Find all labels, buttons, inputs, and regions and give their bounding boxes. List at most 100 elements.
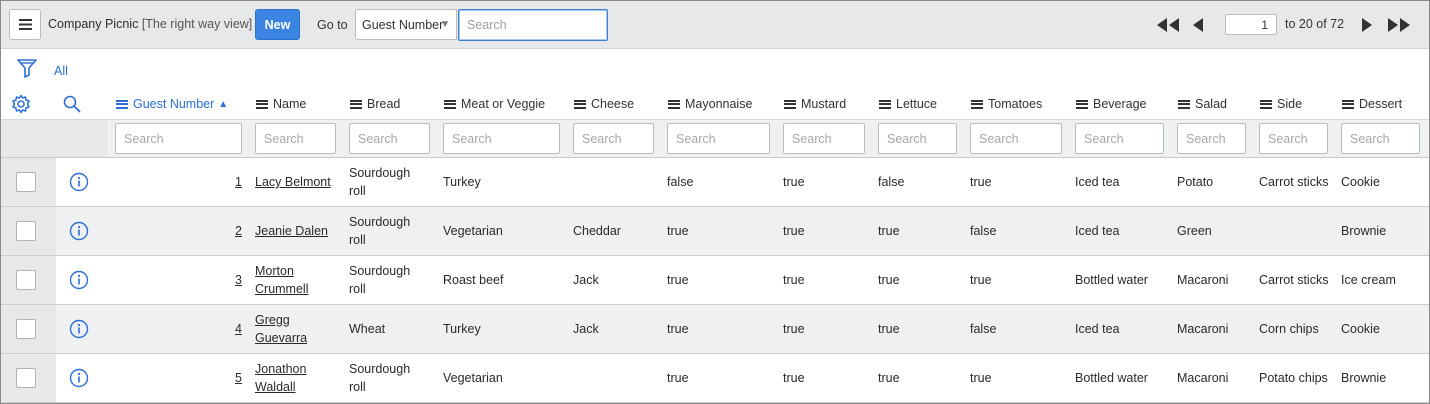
cell-mayonnaise: true — [667, 322, 689, 336]
guest-name-link[interactable]: Jeanie Dalen — [255, 222, 328, 240]
search-salad-input[interactable] — [1177, 123, 1246, 154]
row-preview-button[interactable] — [69, 368, 89, 391]
breadcrumb-all-link[interactable]: All — [54, 64, 68, 78]
row-preview-button[interactable] — [69, 172, 89, 195]
search-side-input[interactable] — [1259, 123, 1328, 154]
cell-dessert: Cookie — [1341, 322, 1380, 336]
column-menu-icon[interactable] — [444, 99, 456, 109]
column-header-salad[interactable]: Salad — [1178, 96, 1227, 112]
column-menu-icon[interactable] — [971, 99, 983, 109]
table-row[interactable]: 4 Gregg Guevarra Wheat Turkey Jack true … — [1, 305, 1429, 354]
column-header-name[interactable]: Name — [256, 96, 306, 112]
column-menu-icon[interactable] — [350, 99, 362, 109]
column-menu-icon[interactable] — [116, 99, 128, 109]
column-header-beverage[interactable]: Beverage — [1076, 96, 1147, 112]
new-button[interactable]: New — [255, 9, 300, 40]
column-header-meat-or-veggie[interactable]: Meat or Veggie — [444, 96, 545, 112]
column-header-tomatoes[interactable]: Tomatoes — [971, 96, 1042, 112]
cell-beverage: Iced tea — [1075, 322, 1120, 336]
column-header-side[interactable]: Side — [1260, 96, 1302, 112]
column-search-toggle-button[interactable] — [63, 95, 81, 116]
column-header-cheese[interactable]: Cheese — [574, 96, 634, 112]
column-header-dessert[interactable]: Dessert — [1342, 96, 1402, 112]
column-menu-icon[interactable] — [1076, 99, 1088, 109]
next-page-button[interactable] — [1361, 15, 1373, 35]
cell-mustard: true — [783, 322, 805, 336]
search-guest-number-input[interactable] — [115, 123, 242, 154]
column-menu-icon[interactable] — [668, 99, 680, 109]
cell-bread: Sourdough roll — [349, 264, 411, 296]
row-checkbox[interactable] — [16, 319, 36, 339]
search-bread-input[interactable] — [349, 123, 430, 154]
cell-mustard: true — [783, 273, 805, 287]
guest-number-link[interactable]: 4 — [235, 320, 242, 338]
guest-number-link[interactable]: 5 — [235, 369, 242, 387]
cell-lettuce: true — [878, 273, 900, 287]
guest-name-link[interactable]: Gregg Guevarra — [255, 311, 337, 347]
page-range-text: to 20 of 72 — [1285, 17, 1345, 31]
row-preview-button[interactable] — [69, 221, 89, 244]
column-header-guest-number[interactable]: Guest Number ▲ — [116, 96, 228, 112]
table-row[interactable]: 2 Jeanie Dalen Sourdough roll Vegetarian… — [1, 207, 1429, 256]
cell-mayonnaise: true — [667, 224, 689, 238]
cell-bread: Wheat — [349, 322, 386, 336]
column-menu-icon[interactable] — [1260, 99, 1272, 109]
column-header-mustard[interactable]: Mustard — [784, 96, 846, 112]
goto-field-select[interactable]: Guest Number ▼ — [355, 9, 457, 40]
guest-name-link[interactable]: Lacy Belmont — [255, 173, 331, 191]
last-page-button[interactable] — [1386, 15, 1412, 35]
search-dessert-input[interactable] — [1341, 123, 1420, 154]
column-menu-icon[interactable] — [574, 99, 586, 109]
search-beverage-input[interactable] — [1075, 123, 1164, 154]
search-meat-or-veggie-input[interactable] — [443, 123, 560, 154]
list-context-menu-button[interactable] — [9, 9, 41, 40]
column-header-label: Lettuce — [896, 97, 938, 111]
search-tomatoes-input[interactable] — [970, 123, 1062, 154]
search-cheese-input[interactable] — [573, 123, 654, 154]
column-menu-icon[interactable] — [256, 99, 268, 109]
cell-bread: Sourdough roll — [349, 166, 411, 198]
guest-name-link[interactable]: Morton Crummell — [255, 262, 337, 298]
table-row[interactable]: 1 Lacy Belmont Sourdough roll Turkey fal… — [1, 158, 1429, 207]
goto-field-value: Guest Number — [362, 18, 444, 32]
cell-tomatoes: true — [970, 371, 992, 385]
search-mustard-input[interactable] — [783, 123, 865, 154]
list-frame: Company Picnic [The right way view] New … — [0, 0, 1430, 404]
row-checkbox[interactable] — [16, 270, 36, 290]
row-checkbox[interactable] — [16, 221, 36, 241]
last-page-icon — [1388, 18, 1410, 32]
column-menu-icon[interactable] — [784, 99, 796, 109]
table-row[interactable]: 3 Morton Crummell Sourdough roll Roast b… — [1, 256, 1429, 305]
column-menu-icon[interactable] — [879, 99, 891, 109]
cell-mustard: true — [783, 371, 805, 385]
search-lettuce-input[interactable] — [878, 123, 957, 154]
column-header-bread[interactable]: Bread — [350, 96, 400, 112]
cell-cheese: Jack — [573, 322, 599, 336]
row-preview-button[interactable] — [69, 319, 89, 342]
search-mayonnaise-input[interactable] — [667, 123, 770, 154]
previous-page-button[interactable] — [1192, 15, 1204, 35]
column-header-label: Tomatoes — [988, 97, 1043, 111]
row-checkbox[interactable] — [16, 368, 36, 388]
page-number-input[interactable] — [1225, 14, 1277, 35]
table-row[interactable]: 5 Jonathon Waldall Sourdough roll Vegeta… — [1, 354, 1429, 403]
cell-bread: Sourdough roll — [349, 362, 411, 394]
first-page-button[interactable] — [1155, 15, 1181, 35]
cell-cheese: Jack — [573, 273, 599, 287]
column-menu-icon[interactable] — [1178, 99, 1190, 109]
column-menu-icon[interactable] — [1342, 99, 1354, 109]
guest-number-link[interactable]: 2 — [235, 222, 242, 240]
goto-search-input[interactable] — [458, 9, 608, 41]
search-name-input[interactable] — [255, 123, 336, 154]
list-personalize-button[interactable] — [11, 94, 31, 117]
guest-name-link[interactable]: Jonathon Waldall — [255, 360, 337, 396]
row-preview-button[interactable] — [69, 270, 89, 293]
filter-toggle-button[interactable] — [17, 58, 37, 81]
row-checkbox[interactable] — [16, 172, 36, 192]
guest-number-link[interactable]: 3 — [235, 271, 242, 289]
column-header-mayonnaise[interactable]: Mayonnaise — [668, 96, 752, 112]
cell-name: Morton Crummell — [255, 256, 337, 304]
guest-number-link[interactable]: 1 — [235, 173, 242, 191]
cell-meat-or-veggie: Vegetarian — [443, 224, 503, 238]
column-header-lettuce[interactable]: Lettuce — [879, 96, 937, 112]
